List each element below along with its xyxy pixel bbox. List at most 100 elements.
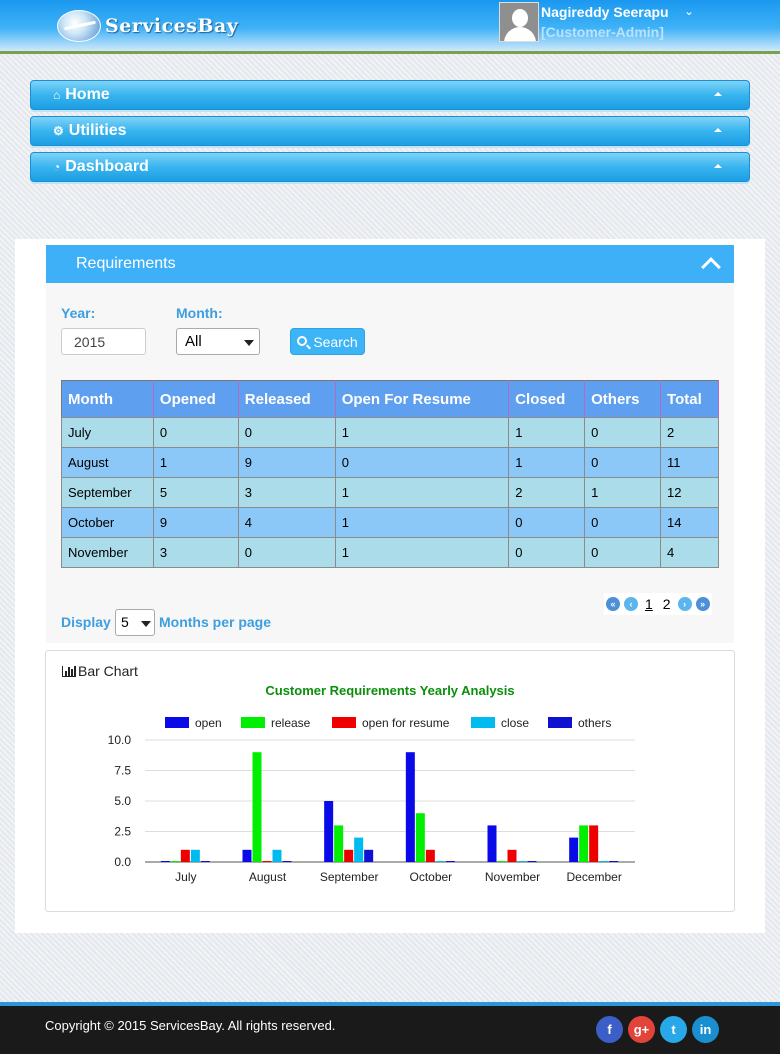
y-tick-label: 10.0: [108, 733, 132, 747]
column-header[interactable]: Others: [584, 380, 662, 418]
nav-utilities[interactable]: ⚙ Utilities: [30, 116, 750, 146]
last-page-icon[interactable]: »: [695, 597, 710, 611]
table-cell: 0: [152, 417, 239, 448]
table-cell: 0: [508, 537, 586, 568]
requirements-header[interactable]: Requirements: [46, 245, 734, 283]
bar: [242, 849, 252, 862]
nav-dashboard[interactable]: ◔ Dashboard: [30, 152, 750, 182]
x-tick-label: November: [485, 870, 540, 884]
user-name[interactable]: Nagireddy Seerapu: [541, 4, 669, 20]
table-cell: 1: [508, 417, 586, 448]
bar: [569, 837, 579, 862]
search-icon: [297, 335, 308, 346]
requirements-title: Requirements: [76, 255, 176, 272]
table-cell: 0: [584, 417, 662, 448]
avatar[interactable]: [499, 2, 539, 42]
column-header[interactable]: Open For Resume: [335, 380, 510, 418]
table-row: November 3 0 1 0 0 4: [61, 537, 719, 568]
table-cell: 1: [152, 447, 239, 478]
page-link[interactable]: 1: [645, 596, 653, 612]
x-tick-label: September: [320, 870, 379, 884]
year-input[interactable]: [61, 328, 146, 355]
per-page-label: Months per page: [159, 614, 272, 630]
nav-home[interactable]: ⌂ Home: [30, 80, 750, 110]
table-cell: 9: [152, 507, 239, 538]
legend-swatch: [471, 717, 495, 728]
bar-chart: open release open for resume close others 0.0…: [108, 716, 635, 884]
chevron-up-icon[interactable]: [701, 257, 721, 277]
table-cell: November: [61, 537, 154, 568]
table-cell: 1: [334, 417, 510, 448]
search-button[interactable]: Search: [290, 328, 365, 355]
bar: [579, 825, 589, 862]
table-cell: 0: [584, 507, 662, 538]
table-cell: 0: [584, 537, 662, 568]
per-page-value: 5: [121, 614, 129, 630]
table-cell: 12: [660, 477, 719, 508]
table-cell: 1: [584, 477, 662, 508]
month-label: Month:: [176, 305, 223, 321]
column-header[interactable]: Month: [61, 380, 154, 418]
legend-swatch: [548, 717, 572, 728]
facebook-icon[interactable]: f: [596, 1016, 623, 1043]
prev-page-icon[interactable]: ‹: [624, 597, 638, 611]
y-tick-label: 0.0: [114, 855, 131, 869]
linkedin-icon[interactable]: in: [692, 1016, 719, 1043]
month-select-value: All: [185, 333, 202, 350]
search-button-label: Search: [313, 333, 358, 350]
legend-swatch: [241, 717, 265, 728]
y-tick-label: 7.5: [114, 764, 131, 778]
table-cell: 2: [508, 477, 586, 508]
requirements-table: Month Opened Released Open For Resume Cl…: [61, 380, 719, 568]
bar: [405, 752, 415, 862]
table-cell: 0: [334, 447, 510, 478]
legend-label: others: [578, 716, 611, 730]
table-cell: 1: [334, 537, 510, 568]
column-header[interactable]: Total: [660, 380, 719, 418]
chevron-down-icon[interactable]: ⌄: [684, 4, 694, 18]
column-header[interactable]: Opened: [153, 380, 239, 418]
nav-home-label: Home: [65, 86, 110, 103]
dropdown-arrow-icon: [141, 621, 151, 627]
month-select[interactable]: All: [176, 328, 260, 355]
column-header[interactable]: Released: [238, 380, 336, 418]
cogs-icon: ⚙: [53, 124, 64, 138]
legend-label: open for resume: [362, 716, 450, 730]
table-row: August 1 9 0 1 0 11: [61, 447, 719, 478]
nav-dashboard-label: Dashboard: [65, 158, 149, 175]
chart-title: Customer Requirements Yearly Analysis: [265, 683, 515, 698]
table-cell: 1: [334, 507, 510, 538]
bar: [334, 825, 344, 862]
x-tick-label: October: [409, 870, 452, 884]
legend-label: open: [195, 716, 222, 730]
bar: [190, 849, 200, 862]
year-label: Year:: [61, 305, 96, 321]
bar: [344, 849, 354, 862]
table-cell: 0: [584, 447, 662, 478]
column-header[interactable]: Closed: [508, 380, 586, 418]
table-cell: 14: [660, 507, 719, 538]
user-role: [Customer-Admin]: [541, 24, 664, 40]
table-cell: 0: [237, 417, 336, 448]
table-cell: July: [61, 417, 154, 448]
table-row: September 5 3 1 2 1 12: [61, 477, 719, 508]
next-page-icon[interactable]: ›: [677, 597, 692, 611]
brand-logo[interactable]: ServicesBay: [57, 10, 238, 42]
per-page-select[interactable]: 5: [115, 609, 155, 636]
caret-up-icon: [714, 92, 722, 96]
bar: [425, 849, 435, 862]
bar: [364, 849, 374, 862]
first-page-icon[interactable]: «: [606, 597, 620, 611]
table-cell: 0: [508, 507, 586, 538]
table-row: October 9 4 1 0 0 14: [61, 507, 719, 538]
twitter-icon[interactable]: t: [660, 1016, 687, 1043]
table-header-row: Month Opened Released Open For Resume Cl…: [61, 380, 719, 418]
table-cell: 4: [237, 507, 336, 538]
top-header: ServicesBay Nagireddy Seerapu ⌄ [Custome…: [0, 0, 780, 54]
copyright-text: Copyright © 2015 ServicesBay. All rights…: [45, 1018, 336, 1033]
caret-up-icon: [714, 164, 722, 168]
page-link[interactable]: 2: [663, 596, 671, 612]
display-label: Display: [61, 614, 111, 630]
bar: [487, 825, 497, 862]
google-plus-icon[interactable]: g+: [628, 1016, 655, 1043]
